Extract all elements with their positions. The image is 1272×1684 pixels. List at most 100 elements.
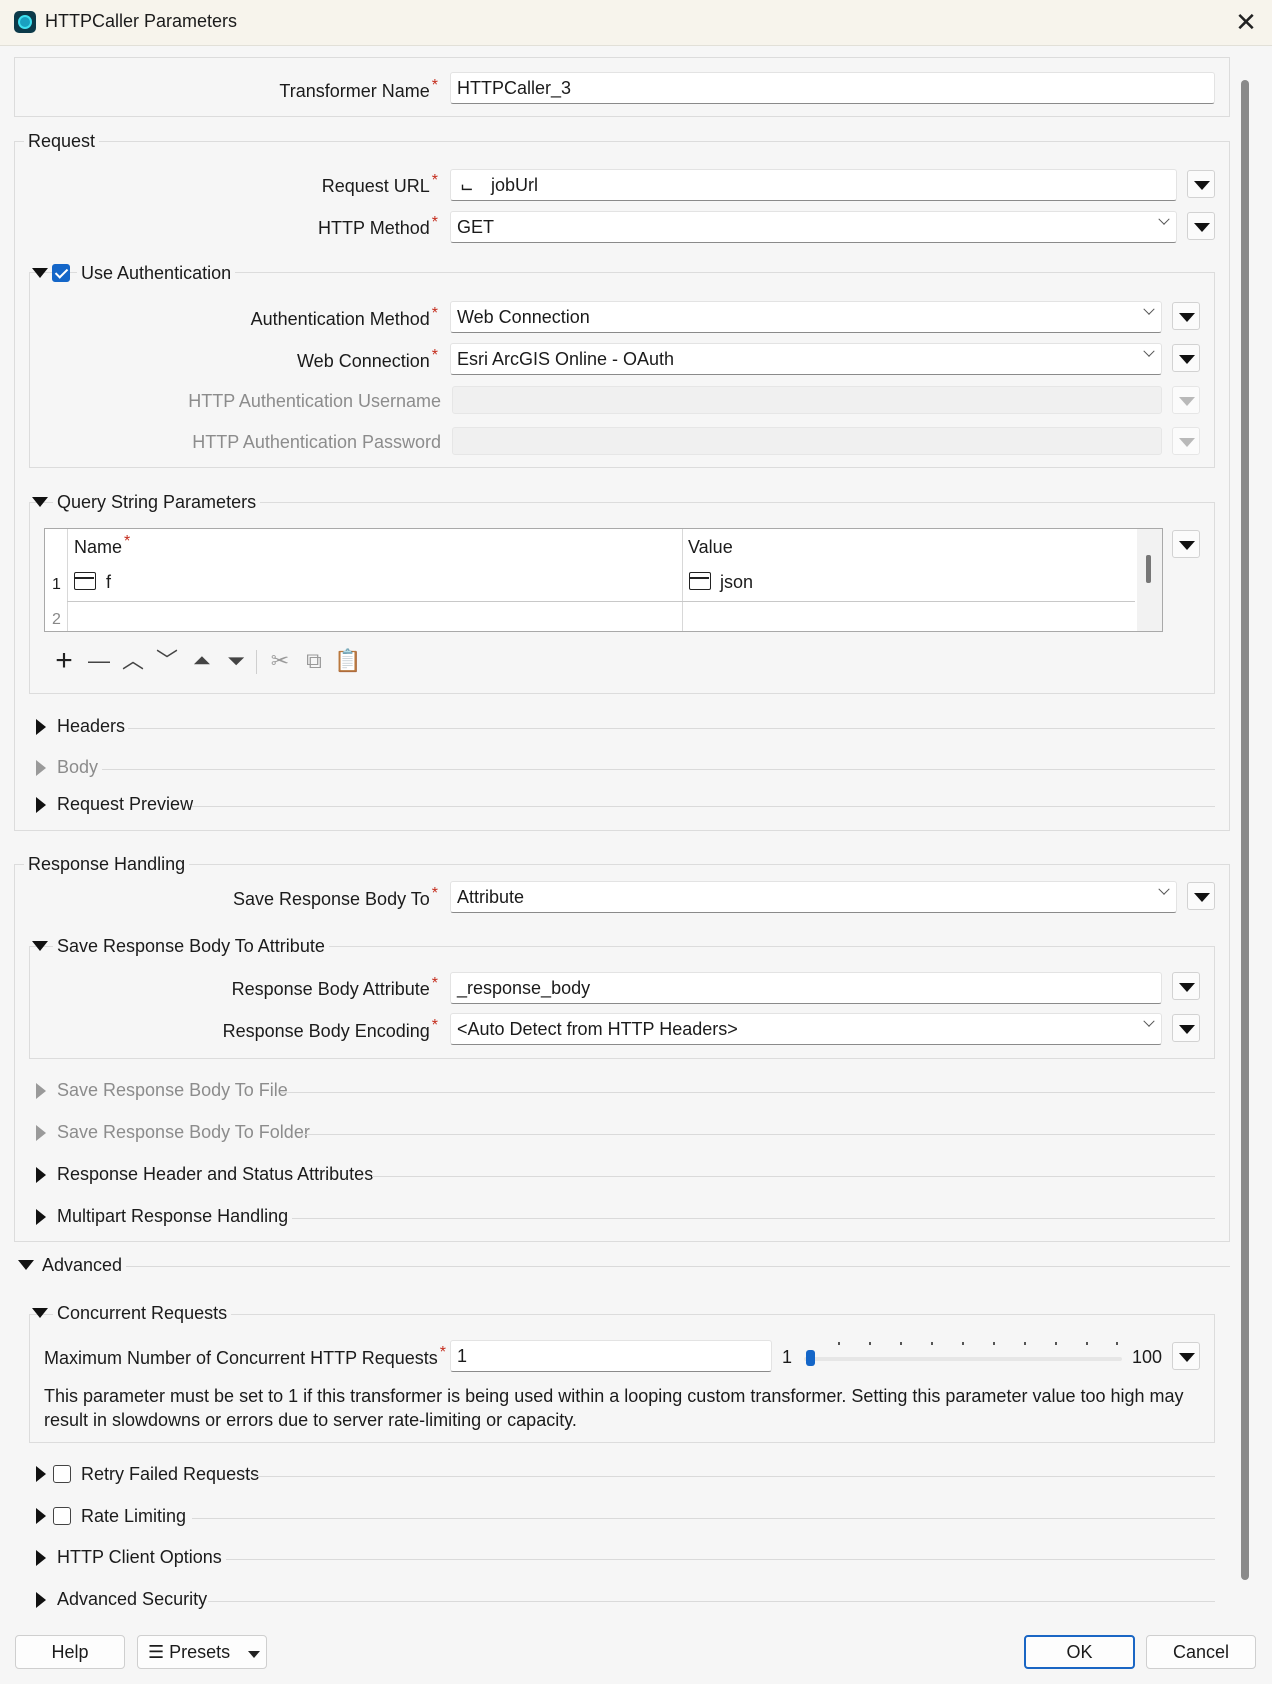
auth-username-label: HTTP Authentication Username bbox=[188, 391, 441, 411]
http-method-menu-button[interactable] bbox=[1187, 212, 1215, 240]
save-to-folder-label: Save Response Body To Folder bbox=[53, 1122, 314, 1143]
max-concurrent-label: Maximum Number of Concurrent HTTP Reques… bbox=[44, 1344, 447, 1369]
row-divider bbox=[67, 601, 1135, 602]
headers-label[interactable]: Headers bbox=[53, 716, 130, 737]
response-encoding-value: <Auto Detect from HTTP Headers> bbox=[457, 1019, 738, 1039]
column-header-value[interactable]: Value bbox=[688, 537, 733, 558]
paste-icon[interactable]: 📋 bbox=[334, 647, 362, 675]
request-url-menu-button[interactable] bbox=[1187, 170, 1215, 198]
auth-password-input[interactable] bbox=[452, 427, 1162, 455]
collapse-triangle-icon[interactable] bbox=[32, 268, 48, 278]
multipart-label[interactable]: Multipart Response Handling bbox=[53, 1206, 293, 1227]
add-row-icon[interactable]: + bbox=[50, 646, 78, 676]
response-encoding-select[interactable]: <Auto Detect from HTTP Headers> bbox=[450, 1013, 1162, 1045]
copy-icon[interactable]: ⧉ bbox=[300, 647, 328, 675]
use-auth-checkbox[interactable] bbox=[52, 264, 70, 282]
advanced-security-label[interactable]: Advanced Security bbox=[53, 1589, 212, 1610]
request-preview-label[interactable]: Request Preview bbox=[53, 794, 198, 815]
move-down-icon[interactable]: ﹀ bbox=[153, 647, 181, 675]
max-concurrent-menu-button[interactable] bbox=[1172, 1342, 1200, 1370]
close-icon[interactable]: ✕ bbox=[1232, 8, 1260, 36]
section-line bbox=[372, 1176, 1215, 1177]
http-method-label: HTTP Method * bbox=[318, 214, 438, 239]
web-connection-value: Esri ArcGIS Online - OAuth bbox=[457, 349, 675, 369]
response-encoding-label: Response Body Encoding * bbox=[222, 1017, 438, 1042]
expand-triangle-icon[interactable] bbox=[36, 760, 46, 776]
retry-checkbox[interactable] bbox=[53, 1465, 71, 1483]
web-connection-select[interactable]: Esri ArcGIS Online - OAuth bbox=[450, 343, 1162, 375]
http-client-label[interactable]: HTTP Client Options bbox=[53, 1547, 226, 1568]
collapse-triangle-icon[interactable] bbox=[32, 1308, 48, 1318]
body-label: Body bbox=[53, 757, 103, 778]
expand-triangle-icon[interactable] bbox=[36, 719, 46, 735]
rate-limiting-checkbox[interactable] bbox=[53, 1507, 71, 1525]
retry-label[interactable]: Retry Failed Requests bbox=[77, 1464, 264, 1485]
window-title: HTTPCaller Parameters bbox=[45, 11, 238, 31]
table-scroll-thumb[interactable] bbox=[1146, 555, 1151, 583]
auth-password-menu-button[interactable] bbox=[1172, 427, 1200, 455]
move-top-icon[interactable]: ⏶ bbox=[188, 647, 216, 675]
section-line bbox=[301, 1134, 1215, 1135]
response-body-attr-input[interactable]: _response_body bbox=[450, 972, 1162, 1004]
expand-triangle-icon[interactable] bbox=[36, 1083, 46, 1099]
rate-limiting-label[interactable]: Rate Limiting bbox=[77, 1506, 191, 1527]
max-concurrent-input[interactable]: 1 bbox=[450, 1340, 772, 1372]
cut-icon[interactable]: ✂ bbox=[266, 647, 294, 675]
help-button[interactable]: Help bbox=[15, 1635, 125, 1669]
section-line bbox=[192, 806, 1215, 807]
web-connection-menu-button[interactable] bbox=[1172, 344, 1200, 372]
concurrent-help-text: This parameter must be set to 1 if this … bbox=[44, 1386, 1184, 1430]
row-number-divider bbox=[67, 529, 68, 631]
table-cell-value[interactable]: json bbox=[720, 572, 753, 593]
table-cell-name[interactable]: f bbox=[106, 572, 111, 593]
ok-button[interactable]: OK bbox=[1024, 1635, 1135, 1669]
request-url-input[interactable]: ⨽ jobUrl bbox=[450, 169, 1177, 201]
collapse-triangle-icon[interactable] bbox=[32, 941, 48, 951]
chevron-down-icon bbox=[1158, 883, 1170, 895]
section-line bbox=[126, 1266, 1230, 1267]
response-body-attr-menu-button[interactable] bbox=[1172, 972, 1200, 1000]
presets-label: Presets bbox=[169, 1642, 231, 1662]
row-number: 2 bbox=[52, 611, 61, 628]
move-up-icon[interactable]: ︿ bbox=[119, 647, 147, 675]
expand-triangle-icon[interactable] bbox=[36, 1209, 46, 1225]
query-params-menu-button[interactable] bbox=[1172, 530, 1200, 558]
query-params-label: Query String Parameters bbox=[53, 492, 261, 513]
vertical-scrollbar[interactable] bbox=[1241, 80, 1249, 1580]
expand-triangle-icon[interactable] bbox=[36, 1167, 46, 1183]
column-header-name[interactable]: Name * bbox=[74, 534, 130, 558]
constant-value-icon bbox=[689, 572, 711, 590]
auth-username-input[interactable] bbox=[452, 386, 1162, 414]
expand-triangle-icon[interactable] bbox=[36, 1550, 46, 1566]
auth-username-menu-button[interactable] bbox=[1172, 386, 1200, 414]
collapse-triangle-icon[interactable] bbox=[18, 1260, 34, 1270]
cancel-button[interactable]: Cancel bbox=[1146, 1635, 1256, 1669]
slider-thumb[interactable] bbox=[806, 1350, 815, 1366]
expand-triangle-icon[interactable] bbox=[36, 1508, 46, 1524]
auth-method-menu-button[interactable] bbox=[1172, 302, 1200, 330]
transformer-name-label: Transformer Name * bbox=[279, 77, 438, 102]
move-bottom-icon[interactable]: ⏷ bbox=[222, 647, 250, 675]
column-divider bbox=[682, 529, 683, 631]
concurrent-label: Concurrent Requests bbox=[53, 1303, 232, 1324]
expand-triangle-icon[interactable] bbox=[36, 1592, 46, 1608]
save-response-to-select[interactable]: Attribute bbox=[450, 881, 1177, 913]
section-line bbox=[102, 769, 1215, 770]
chevron-down-icon bbox=[1143, 345, 1155, 357]
save-response-to-value: Attribute bbox=[457, 887, 525, 907]
save-response-to-menu-button[interactable] bbox=[1187, 882, 1215, 910]
response-encoding-menu-button[interactable] bbox=[1172, 1014, 1200, 1042]
collapse-triangle-icon[interactable] bbox=[32, 497, 48, 507]
expand-triangle-icon[interactable] bbox=[36, 1466, 46, 1482]
remove-row-icon[interactable]: — bbox=[85, 647, 113, 675]
auth-method-select[interactable]: Web Connection bbox=[450, 301, 1162, 333]
expand-triangle-icon[interactable] bbox=[36, 1125, 46, 1141]
presets-button[interactable]: ☰ Presets bbox=[137, 1635, 267, 1669]
expand-triangle-icon[interactable] bbox=[36, 797, 46, 813]
header-status-label[interactable]: Response Header and Status Attributes bbox=[53, 1164, 378, 1185]
transformer-name-input[interactable]: HTTPCaller_3 bbox=[450, 72, 1215, 104]
section-line bbox=[128, 728, 1215, 729]
use-auth-label: Use Authentication bbox=[77, 263, 236, 284]
http-method-select[interactable]: GET bbox=[450, 211, 1177, 243]
concurrent-slider[interactable] bbox=[804, 1357, 1122, 1361]
